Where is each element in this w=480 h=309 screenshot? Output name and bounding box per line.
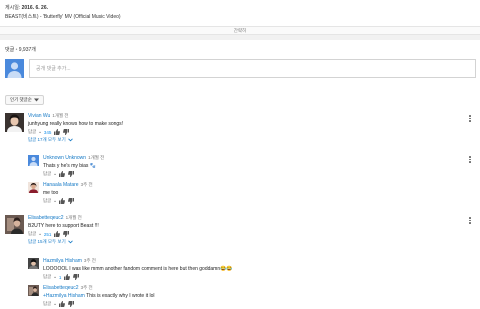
comment-author[interactable]: Hanaala Matare — [43, 182, 79, 188]
more-actions-icon[interactable] — [469, 115, 472, 123]
view-replies-button[interactable]: 답글 17개 모두 보기 — [28, 137, 448, 143]
like-count: 345 — [43, 129, 52, 135]
comment-author[interactable]: Elisabetteqeuc2 — [28, 215, 64, 221]
comment-text: junhyung really knows how to make songs! — [28, 121, 124, 127]
thumbs-down-icon[interactable] — [67, 301, 74, 307]
comment-text: +Hazmilya Hisham This is exactly why I w… — [43, 293, 155, 299]
comment-actions: 답글 • — [43, 198, 443, 204]
sort-dropdown[interactable]: 인기 댓글순 — [5, 95, 44, 105]
comment-time[interactable]: 1개월 전 — [88, 155, 104, 160]
comment-text: B2UTY here to support Beast !!! — [28, 223, 99, 229]
reply-button[interactable]: 답글 — [28, 129, 36, 135]
section-divider — [0, 35, 480, 40]
comment-time[interactable]: 3주 전 — [81, 182, 93, 187]
reply-button[interactable]: 답글 — [43, 198, 51, 204]
thumbs-up-icon[interactable] — [64, 274, 71, 280]
thumbs-up-icon[interactable] — [58, 171, 65, 177]
comment-author[interactable]: Hazmilya Hisham — [43, 258, 82, 264]
comment-actions: 답글 • 1 — [43, 274, 453, 280]
more-actions-icon[interactable] — [469, 217, 472, 225]
like-count: 251 — [43, 231, 52, 237]
reply-comment: Unknown Unknown 1개월 전 Thats y he's my bia… — [43, 155, 443, 177]
thumbs-down-icon[interactable] — [67, 198, 74, 204]
comment-box[interactable] — [29, 59, 476, 78]
comment-time[interactable]: 1개월 전 — [66, 215, 82, 220]
show-less-button[interactable]: 간략히 — [0, 26, 480, 35]
publish-date: 게시일: 2016. 6. 26. — [5, 5, 49, 11]
commenter-avatar[interactable] — [5, 113, 24, 132]
reply-button[interactable]: 답글 — [43, 301, 51, 307]
user-avatar — [5, 59, 24, 78]
caret-down-icon — [33, 98, 39, 102]
comment-input[interactable] — [30, 60, 475, 77]
reply-comment: Hazmilya Hisham 3주 전 LOOOOOL I was like m… — [43, 258, 453, 280]
comments-count: 댓글 • 9,937개 — [5, 47, 36, 53]
comment-author[interactable]: Vivian Wu — [28, 113, 50, 119]
thumbs-up-icon[interactable] — [54, 231, 61, 237]
comment-time[interactable]: 3주 전 — [84, 258, 96, 263]
comment-actions: 답글 • 345 — [28, 129, 448, 135]
reply-comment: Elisabetteqeuc2 3주 전 +Hazmilya Hisham Thi… — [43, 285, 443, 307]
comment-time[interactable]: 3주 전 — [81, 285, 93, 290]
comment-author[interactable]: Unknown Unknown — [43, 155, 86, 161]
comment-thread: Elisabetteqeuc2 1개월 전 B2UTY here to suppo… — [28, 215, 448, 245]
commenter-avatar[interactable] — [28, 155, 39, 166]
chevron-down-icon — [67, 138, 73, 142]
thumbs-down-icon[interactable] — [63, 231, 70, 237]
reply-button[interactable]: 답글 — [43, 171, 51, 177]
comment-text: Thats y he's my bias 🐾 — [43, 163, 97, 169]
comment-actions: 답글 • — [43, 301, 443, 307]
thumbs-down-icon[interactable] — [63, 129, 70, 135]
thumbs-up-icon[interactable] — [58, 301, 65, 307]
sort-label: 인기 댓글순 — [10, 97, 32, 102]
comment-text: me too — [43, 190, 59, 196]
comment-time[interactable]: 1개월 전 — [52, 113, 68, 118]
reply-comment: Hanaala Matare 3주 전 me too 답글 • — [43, 182, 443, 204]
comment-author[interactable]: Elisabetteqeuc2 — [43, 285, 79, 291]
thumbs-down-icon[interactable] — [73, 274, 80, 280]
thumbs-down-icon[interactable] — [67, 171, 74, 177]
thumbs-up-icon[interactable] — [58, 198, 65, 204]
comment-actions: 답글 • — [43, 171, 443, 177]
thumbs-up-icon[interactable] — [54, 129, 61, 135]
chevron-down-icon — [67, 240, 73, 244]
reply-button[interactable]: 답글 — [43, 274, 51, 280]
comment-thread: Vivian Wu 1개월 전 junhyung really knows how… — [28, 113, 448, 143]
view-replies-button[interactable]: 답글 15개 모두 보기 — [28, 239, 448, 245]
commenter-avatar[interactable] — [5, 215, 24, 234]
commenter-avatar[interactable] — [28, 285, 39, 296]
video-description: 게시일: 2016. 6. 26. BEAST(비스트) - 'Butterfl… — [5, 4, 475, 20]
commenter-avatar[interactable] — [28, 258, 39, 269]
comment-actions: 답글 • 251 — [28, 231, 448, 237]
like-count: 1 — [58, 274, 62, 280]
description-text: BEAST(비스트) - 'Butterfly' MV (Official Mu… — [5, 14, 121, 20]
reply-button[interactable]: 답글 — [28, 231, 36, 237]
comment-text: LOOOOOL I was like mmm another fandom co… — [43, 266, 233, 272]
more-actions-icon[interactable] — [469, 156, 472, 164]
commenter-avatar[interactable] — [28, 182, 39, 193]
user-mention[interactable]: +Hazmilya Hisham — [43, 293, 85, 299]
